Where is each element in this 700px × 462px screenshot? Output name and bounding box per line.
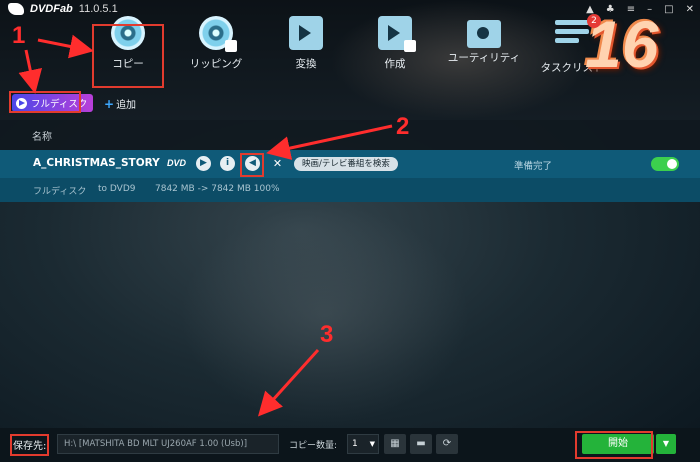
arrow-to-save-path [257,348,320,417]
arrow-to-copy [37,34,94,59]
arrow-to-advanced-settings [266,124,393,160]
dvdfab-window: DVDFab 11.0.5.1 ▲ ♣ ≡ – □ ✕ コピー リッピング 変換… [0,0,700,462]
annotation-arrows [18,34,393,417]
arrow-to-full-disc [18,49,43,94]
